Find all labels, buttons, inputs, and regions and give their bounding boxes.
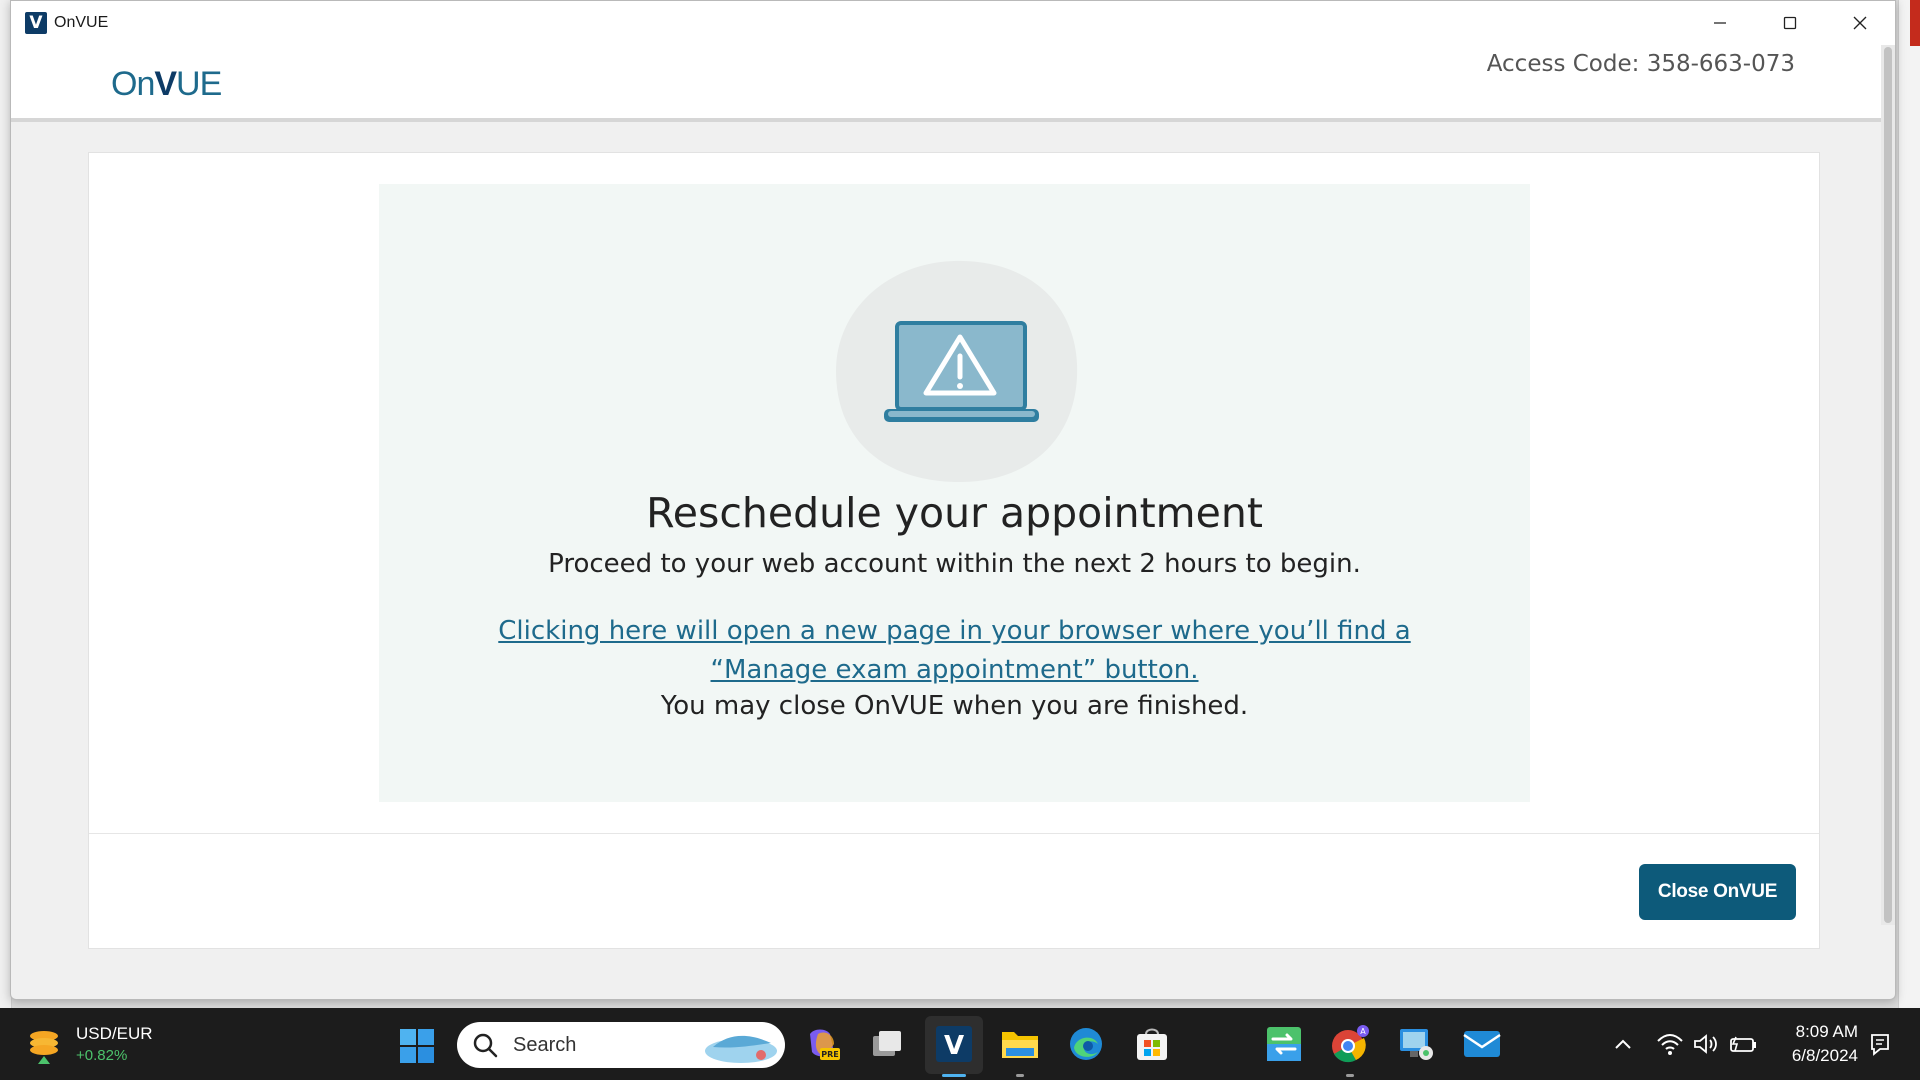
file-explorer-icon[interactable] — [1000, 1024, 1040, 1064]
close-window-button[interactable] — [1825, 1, 1895, 45]
chrome-browser-icon[interactable]: A — [1330, 1024, 1370, 1064]
clock-time: 8:09 AM — [1795, 1022, 1858, 1041]
content-card: Reschedule your appointment Proceed to y… — [88, 152, 1820, 949]
coins-icon — [30, 1031, 58, 1064]
app-header: OnVUE Access Code: 358-663-073 — [11, 45, 1895, 122]
onvue-window: V OnVUE OnVUE Access Code: 358-663-073 R… — [10, 0, 1896, 1000]
search-highlight-art-icon — [705, 1035, 777, 1063]
widget-title: USD/EUR — [76, 1024, 153, 1043]
page-heading: Reschedule your appointment — [646, 489, 1263, 537]
clock-date: 6/8/2024 — [1791, 1046, 1858, 1065]
logo-on: On — [111, 65, 155, 103]
close-icon — [1853, 16, 1867, 30]
close-onvue-button[interactable]: Close OnVUE — [1639, 864, 1796, 920]
taskbar: USD/EUR +0.82% Search PRE V A 8:09 AM 6/… — [0, 1008, 1920, 1080]
background-window-edge-right — [1898, 0, 1920, 1008]
laptop-warning-icon — [836, 260, 1078, 483]
window-controls — [1685, 1, 1895, 45]
copilot-pre-icon[interactable]: PRE — [802, 1024, 842, 1064]
maximize-button[interactable] — [1755, 1, 1825, 45]
notification-icon[interactable] — [1868, 1031, 1892, 1057]
microsoft-store-icon[interactable] — [1132, 1024, 1172, 1064]
window-title: OnVUE — [54, 14, 109, 31]
search-icon — [473, 1033, 498, 1058]
svg-text:A: A — [1360, 1027, 1366, 1036]
logo-v: V — [154, 65, 177, 103]
chrome-running-indicator — [1346, 1074, 1354, 1077]
widget-value: +0.82% — [76, 1047, 128, 1064]
onvue-app-icon: V — [25, 12, 47, 34]
svg-text:PRE: PRE — [821, 1050, 839, 1059]
taskbar-search[interactable]: Search — [457, 1022, 785, 1068]
remote-desktop-icon[interactable] — [1396, 1024, 1436, 1064]
volume-icon[interactable] — [1692, 1032, 1720, 1056]
search-placeholder: Search — [513, 1033, 577, 1056]
task-view-icon[interactable] — [867, 1024, 907, 1064]
onvue-running-indicator — [942, 1074, 966, 1077]
onvue-logo: OnVUE — [111, 65, 222, 104]
background-close-accent — [1910, 0, 1920, 46]
chevron-up-icon[interactable] — [1612, 1033, 1634, 1055]
taskbar-clock[interactable]: 8:09 AM 6/8/2024 — [1768, 1022, 1858, 1066]
close-note: You may close OnVUE when you are finishe… — [660, 691, 1249, 721]
title-bar[interactable]: V OnVUE — [11, 1, 1895, 45]
wifi-icon[interactable] — [1656, 1032, 1684, 1056]
explorer-running-indicator — [1016, 1074, 1024, 1077]
maximize-icon — [1783, 16, 1797, 30]
battery-charging-icon[interactable] — [1728, 1032, 1758, 1056]
svg-text:V: V — [944, 1031, 964, 1061]
onvue-taskbar-icon[interactable]: V — [934, 1024, 974, 1064]
system-tray — [1612, 1026, 1758, 1062]
logo-ue: UE — [176, 65, 222, 103]
vertical-scrollbar[interactable] — [1881, 45, 1895, 925]
windows-start-icon[interactable] — [399, 1028, 435, 1064]
minimize-icon — [1714, 22, 1726, 24]
instruction-text: Proceed to your web account within the n… — [548, 549, 1361, 579]
message-panel: Reschedule your appointment Proceed to y… — [379, 184, 1530, 802]
manage-appointment-link[interactable]: Clicking here will open a new page in yo… — [449, 612, 1460, 690]
scrollbar-thumb[interactable] — [1884, 47, 1892, 923]
mail-icon[interactable] — [1462, 1024, 1502, 1064]
footer-divider — [89, 833, 1819, 834]
edge-browser-icon[interactable] — [1066, 1024, 1106, 1064]
sync-app-icon[interactable] — [1264, 1024, 1304, 1064]
minimize-button[interactable] — [1685, 1, 1755, 45]
currency-widget[interactable]: USD/EUR +0.82% — [24, 1018, 184, 1070]
access-code: Access Code: 358-663-073 — [1486, 51, 1795, 77]
